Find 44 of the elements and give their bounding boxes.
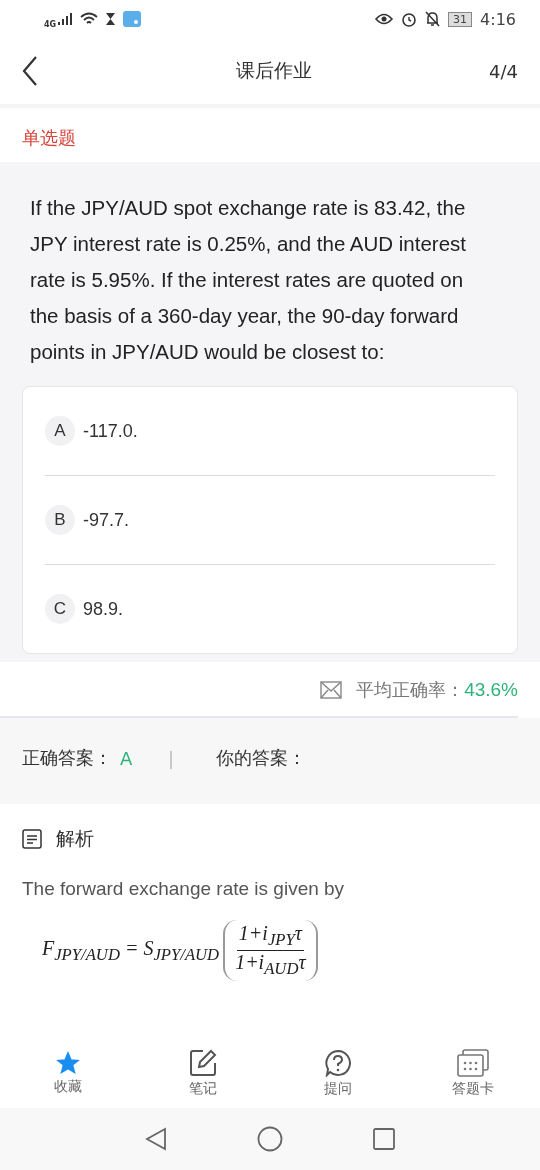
app-icon: [123, 11, 142, 27]
option-letter[interactable]: C: [45, 594, 75, 624]
back-nav-icon[interactable]: [145, 1127, 167, 1151]
wifi-icon: [80, 12, 99, 26]
tab-item[interactable]: 笔记: [157, 1048, 248, 1098]
home-nav-icon[interactable]: [257, 1126, 283, 1152]
option-text[interactable]: 98.9.: [83, 598, 124, 620]
analysis-text: The forward exchange rate is given by: [22, 878, 346, 900]
bell-off-icon: [425, 11, 441, 27]
option-letter[interactable]: A: [45, 416, 75, 446]
battery-indicator: 31: [448, 11, 473, 27]
tab-item[interactable]: 收藏: [22, 1050, 113, 1096]
question-text: If the JPY/AUD spot exchange rate is 83.42, the JPY interest rate is 0.25%, and the AUD interest rate is 5.95%. If the interest rates are quoted on the basis of a 360-day year, the 90-day forward points in JPY/AUD would be closest to:: [30, 195, 468, 365]
signal-icon: [58, 13, 73, 25]
grid-card-icon: [456, 1048, 489, 1077]
option-letter[interactable]: B: [45, 505, 75, 535]
star-icon: [55, 1050, 80, 1075]
correct-answer-label: 正确答案：: [22, 746, 112, 770]
accuracy-value: 43.6%: [464, 679, 518, 701]
envelope-icon: [320, 681, 343, 699]
question-counter: 4/4: [489, 60, 518, 82]
recents-nav-icon[interactable]: [373, 1128, 395, 1150]
question-type: 单选题: [22, 127, 76, 148]
page-title: 课后作业: [235, 58, 312, 83]
option-text[interactable]: -117.0.: [83, 420, 138, 442]
tab-item[interactable]: 答题卡: [427, 1048, 518, 1098]
your-answer-label: 你的答案：: [216, 746, 306, 770]
status-time: 4:16: [480, 9, 516, 29]
alarm-icon: [401, 11, 418, 27]
edit-icon: [188, 1048, 217, 1077]
back-icon[interactable]: [22, 56, 38, 86]
document-icon: [22, 829, 42, 849]
network-label: 4G: [44, 20, 57, 29]
question-icon: [323, 1048, 352, 1077]
tab-item[interactable]: 提问: [292, 1048, 383, 1098]
formula-text: F$_{JPY/AUD}$ = S$_{JPY/AUD}$: [42, 936, 220, 965]
correct-answer: A: [120, 747, 134, 769]
analysis-title: 解析: [56, 826, 94, 851]
hourglass-icon: [106, 13, 116, 25]
separator: |: [168, 747, 176, 769]
option-text[interactable]: -97.7.: [83, 509, 130, 531]
accuracy-label: 平均正确率：: [356, 678, 465, 702]
eye-icon: [375, 12, 394, 26]
formula-fraction: 1+i$_{JPY}$τ 1+i$_{AUD}$τ: [223, 920, 318, 981]
